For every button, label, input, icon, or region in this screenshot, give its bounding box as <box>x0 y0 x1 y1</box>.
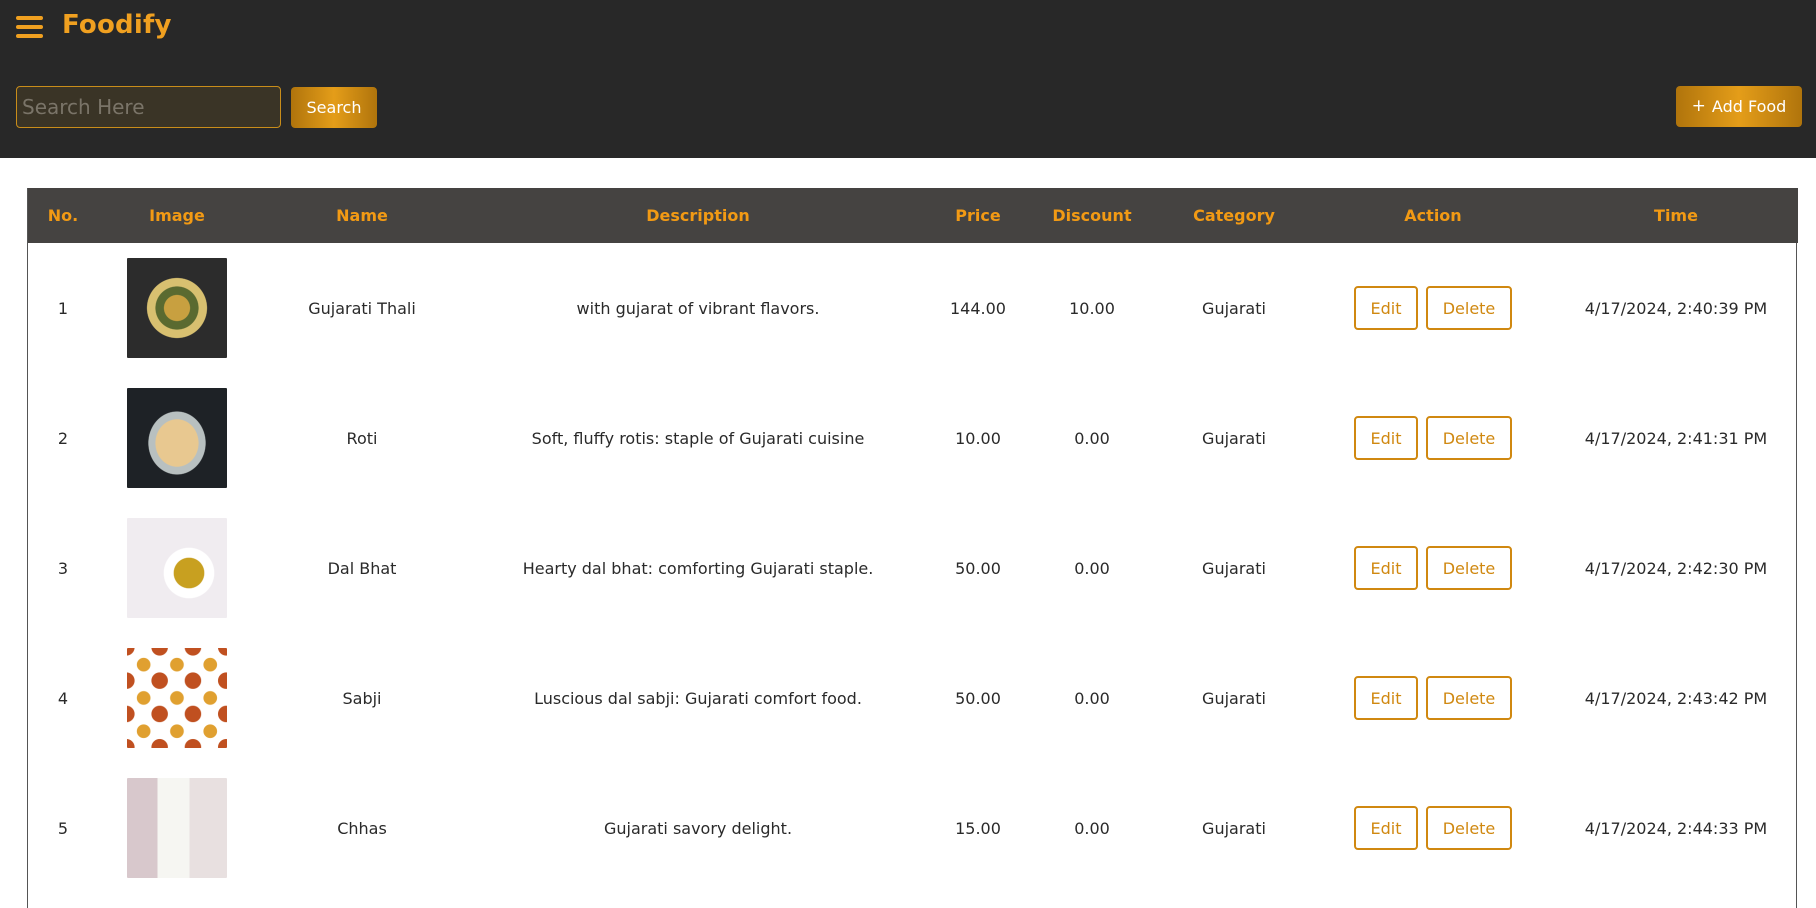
delete-button[interactable]: Delete <box>1426 286 1512 330</box>
food-time: 4/17/2024, 2:43:42 PM <box>1584 688 1768 708</box>
food-price: 50.00 <box>955 558 1001 578</box>
food-description: Gujarati savory delight. <box>603 818 793 838</box>
food-description: Hearty dal bhat: comforting Gujarati sta… <box>522 558 874 578</box>
food-image-chhas <box>127 778 227 878</box>
edit-button[interactable]: Edit <box>1354 286 1418 330</box>
col-header-description: Description <box>646 206 750 225</box>
top-header: Foodify Search + Add Food <box>0 0 1816 158</box>
row-number: 5 <box>57 818 69 838</box>
food-name: Dal Bhat <box>327 558 397 578</box>
hamburger-menu-icon[interactable] <box>16 16 44 38</box>
food-price: 10.00 <box>955 428 1001 448</box>
delete-button[interactable]: Delete <box>1426 806 1512 850</box>
edit-button[interactable]: Edit <box>1354 546 1418 590</box>
food-description: with gujarat of vibrant flavors. <box>576 298 820 318</box>
row-number: 1 <box>57 298 69 318</box>
table-row: 4 Sabji Luscious dal sabji: Gujarati com… <box>28 633 1798 763</box>
plus-icon: + <box>1691 96 1706 116</box>
table-header-row: No. Image Name Description Price Discoun… <box>28 188 1798 243</box>
row-number: 2 <box>57 428 69 448</box>
food-discount: 0.00 <box>1074 558 1110 578</box>
col-header-action: Action <box>1404 206 1462 225</box>
food-time: 4/17/2024, 2:40:39 PM <box>1584 298 1768 318</box>
food-time: 4/17/2024, 2:41:31 PM <box>1584 428 1768 448</box>
col-header-category: Category <box>1193 206 1275 225</box>
add-food-button[interactable]: + Add Food <box>1676 86 1802 127</box>
search-button[interactable]: Search <box>291 87 377 128</box>
search-input[interactable] <box>16 86 281 128</box>
add-food-label: Add Food <box>1711 97 1787 116</box>
food-name: Roti <box>346 428 378 448</box>
food-category: Gujarati <box>1202 428 1266 448</box>
edit-button[interactable]: Edit <box>1354 806 1418 850</box>
delete-button[interactable]: Delete <box>1426 676 1512 720</box>
food-discount: 10.00 <box>1069 298 1115 318</box>
food-discount: 0.00 <box>1074 818 1110 838</box>
food-discount: 0.00 <box>1074 688 1110 708</box>
col-header-discount: Discount <box>1052 206 1132 225</box>
food-price: 144.00 <box>950 298 1006 318</box>
food-name: Sabji <box>342 688 382 708</box>
col-header-time: Time <box>1654 206 1698 225</box>
row-number: 3 <box>57 558 69 578</box>
col-header-name: Name <box>336 206 388 225</box>
delete-button[interactable]: Delete <box>1426 416 1512 460</box>
food-table-container: No. Image Name Description Price Discoun… <box>27 188 1798 908</box>
table-row: 3 Dal Bhat Hearty dal bhat: comforting G… <box>28 503 1798 633</box>
table-row: 5 Chhas Gujarati savory delight. 15.00 0… <box>28 763 1798 893</box>
table-row: 1 Gujarati Thali with gujarat of vibrant… <box>28 243 1798 373</box>
food-price: 50.00 <box>955 688 1001 708</box>
food-price: 15.00 <box>955 818 1001 838</box>
col-header-no: No. <box>47 206 79 225</box>
food-image-roti <box>127 388 227 488</box>
food-name: Chhas <box>337 818 387 838</box>
food-category: Gujarati <box>1202 298 1266 318</box>
app-logo: Foodify <box>62 10 172 40</box>
food-category: Gujarati <box>1202 688 1266 708</box>
row-number: 4 <box>57 688 69 708</box>
food-description: Luscious dal sabji: Gujarati comfort foo… <box>534 688 862 708</box>
food-category: Gujarati <box>1202 818 1266 838</box>
food-time: 4/17/2024, 2:42:30 PM <box>1584 558 1768 578</box>
delete-button[interactable]: Delete <box>1426 546 1512 590</box>
table-row: 2 Roti Soft, fluffy rotis: staple of Guj… <box>28 373 1798 503</box>
food-image-sabji <box>127 648 227 748</box>
edit-button[interactable]: Edit <box>1354 416 1418 460</box>
food-image-thali <box>127 258 227 358</box>
food-image-dal-bhat <box>127 518 227 618</box>
food-category: Gujarati <box>1202 558 1266 578</box>
edit-button[interactable]: Edit <box>1354 676 1418 720</box>
food-table: No. Image Name Description Price Discoun… <box>28 188 1798 893</box>
col-header-image: Image <box>149 206 205 225</box>
food-description: Soft, fluffy rotis: staple of Gujarati c… <box>531 428 865 448</box>
col-header-price: Price <box>955 206 1001 225</box>
food-name: Gujarati Thali <box>308 298 416 318</box>
food-time: 4/17/2024, 2:44:33 PM <box>1584 818 1768 838</box>
food-discount: 0.00 <box>1074 428 1110 448</box>
